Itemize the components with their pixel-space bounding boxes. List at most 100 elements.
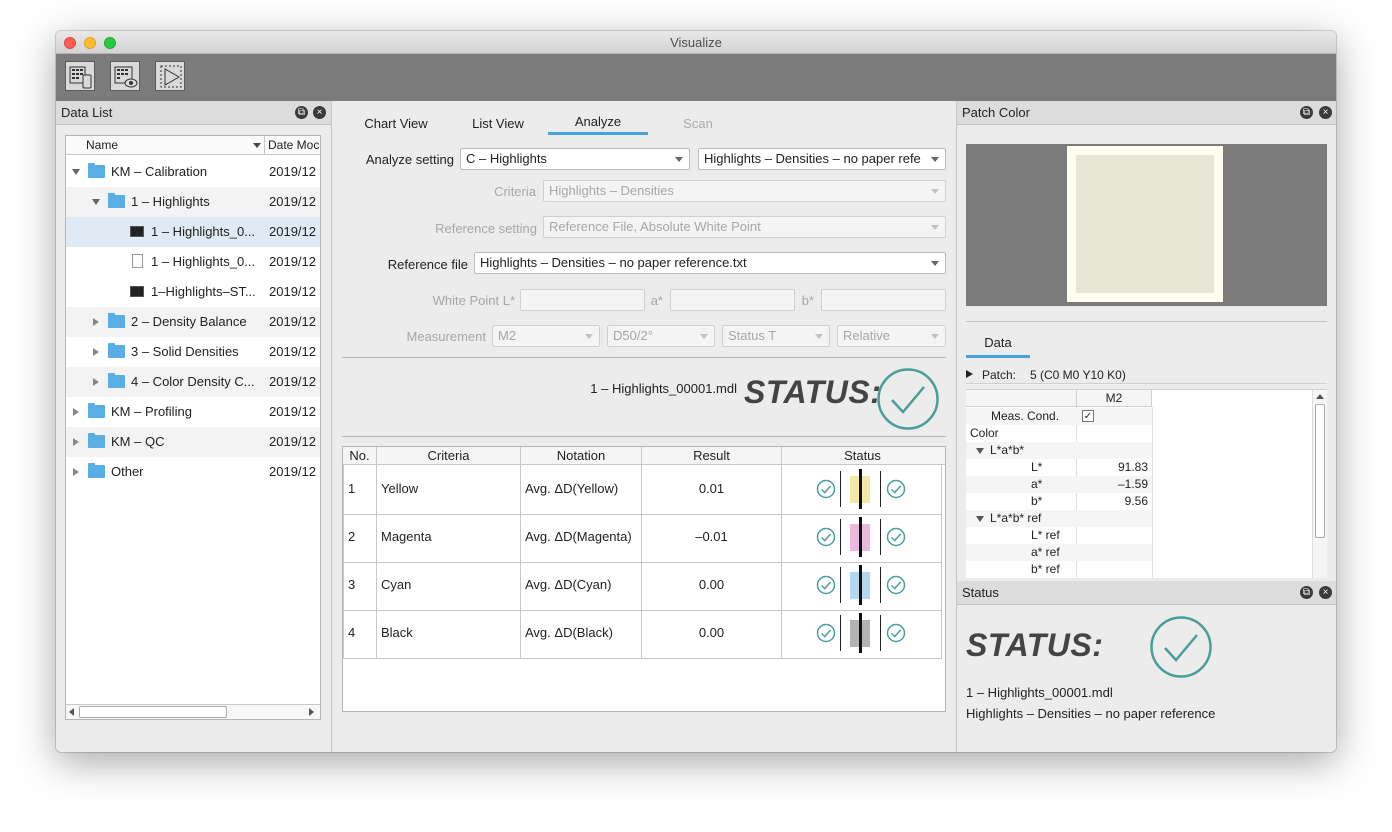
reference-setting-select[interactable]: Reference File, Absolute White Point: [543, 216, 946, 238]
status-float-button[interactable]: ⧉: [1300, 586, 1313, 599]
relative-select[interactable]: Relative: [837, 325, 946, 347]
horizontal-scrollbar[interactable]: [66, 704, 320, 719]
tree-row-color-density[interactable]: 4 – Color Density C... 2019/12: [66, 367, 320, 397]
expand-arrow-icon[interactable]: [92, 199, 100, 205]
data-row-label: b*: [1031, 494, 1043, 508]
table-row[interactable]: 3 Cyan Avg. ΔD(Cyan) 0.00: [343, 562, 941, 609]
patch-color-close-button[interactable]: ×: [1319, 106, 1332, 119]
column-name[interactable]: Name: [86, 138, 118, 152]
data-row[interactable]: b* 9.56: [966, 493, 1152, 510]
patch-color-float-button[interactable]: ⧉: [1300, 106, 1313, 119]
tolerance-line: [880, 615, 881, 651]
data-column-m2: M2: [1076, 390, 1152, 407]
scroll-up-icon[interactable]: [1316, 394, 1324, 399]
measurement-file-icon: [130, 226, 144, 237]
table-row[interactable]: 4 Black Avg. ΔD(Black) 0.00: [343, 610, 941, 657]
tab-chart-view[interactable]: Chart View: [356, 111, 436, 137]
tolerance-line: [840, 567, 841, 603]
close-window-button[interactable]: [64, 37, 76, 49]
tree-row-highlights[interactable]: 1 – Highlights 2019/12: [66, 187, 320, 217]
criteria-label: Criteria: [494, 184, 536, 199]
result-value: 0.00: [698, 625, 725, 640]
tab-list-view[interactable]: List View: [458, 111, 538, 137]
folder-icon: [108, 313, 125, 328]
patch-color-title: Patch Color: [962, 105, 1030, 120]
tree-row-file-st[interactable]: 1–Highlights–ST... 2019/12: [66, 277, 320, 307]
tree-row-km-qc[interactable]: KM – QC 2019/12: [66, 427, 320, 457]
measurement-label: Measurement: [406, 329, 486, 344]
data-row[interactable]: L*a*b* ref: [966, 510, 1152, 527]
reference-file-select[interactable]: Highlights – Densities – no paper refere…: [474, 252, 946, 274]
tree-row-solid-densities[interactable]: 3 – Solid Densities 2019/12: [66, 337, 320, 367]
expand-arrow-icon[interactable]: [73, 468, 79, 476]
scroll-right-icon[interactable]: [309, 708, 314, 716]
data-row-label: L*a*b*: [990, 443, 1025, 457]
criteria-select[interactable]: Highlights – Densities: [543, 180, 946, 202]
reference-file-label: Reference file: [387, 257, 468, 272]
data-row[interactable]: Meas. Cond. ✓: [966, 408, 1152, 425]
analyze-setting-file-select[interactable]: Highlights – Densities – no paper refe: [698, 148, 946, 170]
chart-view-button[interactable]: [110, 61, 140, 91]
tree-row-km-profiling[interactable]: KM – Profiling 2019/12: [66, 397, 320, 427]
window-title: Visualize: [670, 35, 722, 50]
column-date[interactable]: Date Moc: [268, 138, 319, 152]
tree-row-file-selected[interactable]: 1 – Highlights_0... 2019/12: [66, 217, 320, 247]
zoom-window-button[interactable]: [104, 37, 116, 49]
expand-arrow-icon[interactable]: [976, 448, 984, 454]
expand-arrow-icon[interactable]: [93, 318, 99, 326]
data-row[interactable]: Color: [966, 425, 1152, 442]
data-list-title: Data List: [61, 105, 113, 120]
measurement-mode-select[interactable]: M2: [492, 325, 600, 347]
data-row[interactable]: L* ref: [966, 527, 1152, 544]
tab-data[interactable]: Data: [966, 331, 1030, 358]
status-panel-file: 1 – Highlights_00001.mdl: [966, 685, 1113, 700]
chart-device-button[interactable]: [65, 61, 95, 91]
target-line: [859, 565, 862, 605]
patch-label: Patch:: [982, 368, 1017, 382]
data-row-label: a*: [1031, 477, 1043, 491]
minimize-window-button[interactable]: [84, 37, 96, 49]
expand-arrow-icon[interactable]: [72, 169, 80, 175]
data-table: M2 Meas. Cond. ✓ Color L*a*b* L* 91.83 a* –1.59…: [966, 389, 1327, 578]
scan-button[interactable]: [155, 61, 185, 91]
tree-row-density-balance[interactable]: 2 – Density Balance 2019/12: [66, 307, 320, 337]
expand-arrow-icon[interactable]: [93, 348, 99, 356]
vertical-scrollbar[interactable]: [1312, 390, 1327, 578]
data-row-label: Color: [970, 426, 999, 440]
patch-info[interactable]: Patch: 5 (C0 M0 Y10 K0): [966, 366, 1327, 384]
expand-arrow-icon[interactable]: [93, 378, 99, 386]
data-row-value: –1.59: [1117, 477, 1148, 491]
data-row[interactable]: L*a*b*: [966, 442, 1152, 459]
check-circle-icon: [816, 527, 836, 547]
status-close-button[interactable]: ×: [1319, 586, 1332, 599]
meas-cond-checkbox[interactable]: ✓: [1082, 410, 1094, 422]
density-status-select[interactable]: Status T: [722, 325, 830, 347]
expand-arrow-icon[interactable]: [976, 516, 984, 522]
scrollbar-thumb[interactable]: [79, 706, 227, 718]
white-point-b-field[interactable]: [821, 289, 946, 311]
scrollbar-thumb[interactable]: [1315, 404, 1325, 538]
tab-analyze[interactable]: Analyze: [548, 109, 648, 135]
table-row[interactable]: 2 Magenta Avg. ΔD(Magenta) –0.01: [343, 514, 941, 561]
expand-arrow-icon[interactable]: [73, 408, 79, 416]
sort-arrow-icon: [253, 143, 261, 148]
data-list-float-button[interactable]: ⧉: [295, 106, 308, 119]
illuminant-select[interactable]: D50/2°: [607, 325, 715, 347]
data-row[interactable]: b* ref: [966, 561, 1152, 578]
tree-row-km-calibration[interactable]: KM – Calibration 2019/12: [66, 157, 320, 187]
expand-arrow-icon[interactable]: [73, 438, 79, 446]
analyze-setting-select[interactable]: C – Highlights: [460, 148, 690, 170]
tab-scan[interactable]: Scan: [658, 111, 738, 137]
data-row[interactable]: a* ref: [966, 544, 1152, 561]
scroll-left-icon[interactable]: [69, 708, 74, 716]
tree-row-file[interactable]: 1 – Highlights_0... 2019/12: [66, 247, 320, 277]
data-row[interactable]: a* –1.59: [966, 476, 1152, 493]
table-row[interactable]: 1 Yellow Avg. ΔD(Yellow) 0.01: [343, 466, 941, 513]
tree-row-other[interactable]: Other 2019/12: [66, 457, 320, 487]
expand-arrow-icon[interactable]: [966, 370, 973, 378]
result-value: 0.01: [698, 481, 725, 496]
data-row-label: L*a*b* ref: [990, 511, 1042, 525]
data-row[interactable]: L* 91.83: [966, 459, 1152, 476]
data-list-close-button[interactable]: ×: [313, 106, 326, 119]
result-criteria: Magenta: [381, 529, 432, 544]
